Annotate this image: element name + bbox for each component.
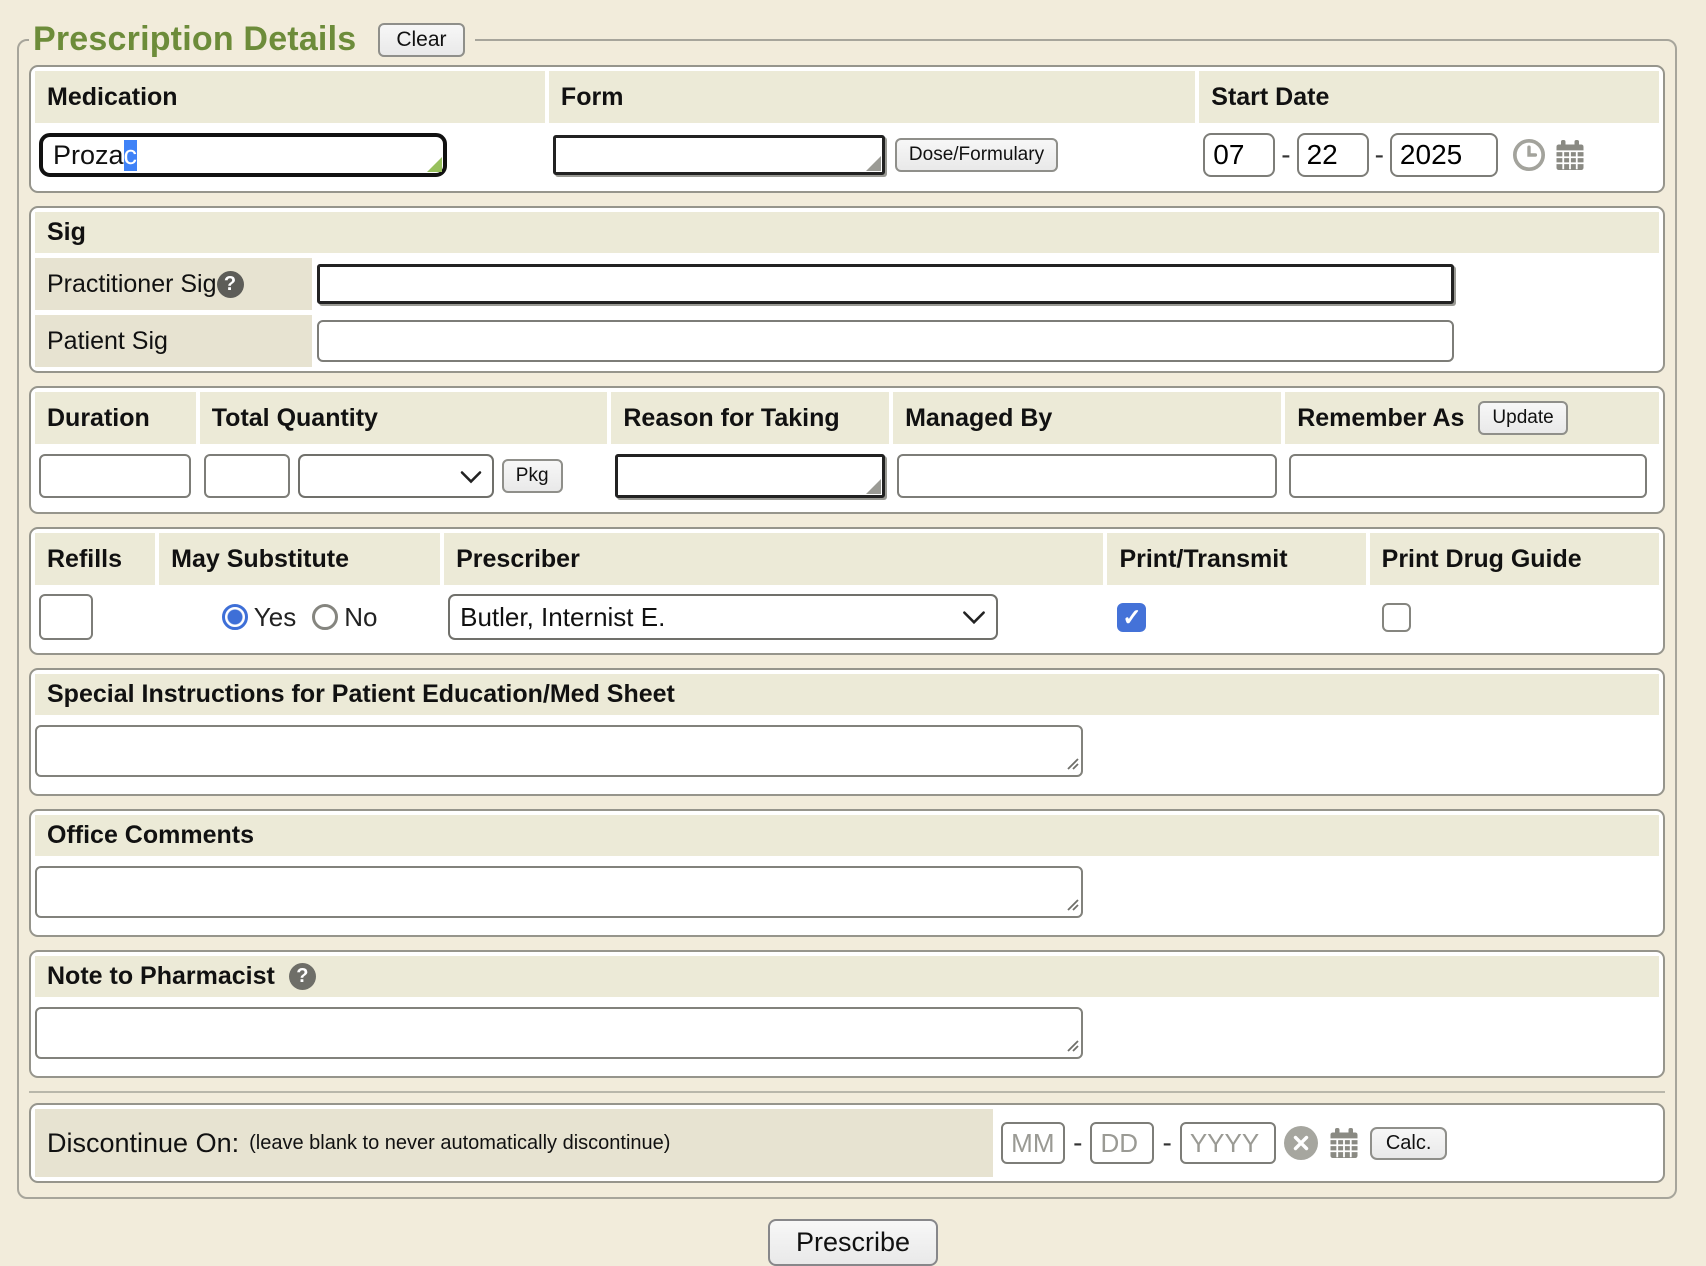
details-content-row: Pkg	[35, 444, 1659, 508]
calc-button[interactable]: Calc.	[1370, 1127, 1448, 1160]
managed-by-input[interactable]	[897, 454, 1277, 498]
clock-icon[interactable]	[1512, 138, 1546, 172]
special-instructions-textarea[interactable]	[35, 725, 1083, 777]
substitute-yes-radio[interactable]: Yes	[222, 602, 296, 633]
medication-column-header: Medication	[35, 71, 545, 123]
update-button[interactable]: Update	[1478, 401, 1567, 435]
start-date-month-input[interactable]	[1203, 133, 1275, 177]
calendar-icon[interactable]	[1326, 1125, 1362, 1161]
office-comments-box: Office Comments	[29, 809, 1665, 937]
practitioner-sig-label-cell: Practitioner Sig?	[35, 258, 312, 310]
medication-selected-text: c	[124, 140, 138, 171]
discontinue-day-input[interactable]	[1090, 1122, 1154, 1164]
dose-formulary-button[interactable]: Dose/Formulary	[895, 138, 1058, 172]
chevron-down-icon	[962, 602, 986, 633]
form-input[interactable]	[553, 135, 885, 175]
managed-by-column-header: Managed By	[893, 392, 1281, 444]
medication-input[interactable]: Prozac	[39, 133, 447, 177]
details-header-row: Duration Total Quantity Reason for Takin…	[35, 392, 1659, 444]
note-to-pharmacist-textarea[interactable]	[35, 1007, 1083, 1059]
patient-sig-label-cell: Patient Sig	[35, 315, 312, 367]
prescription-details-panel: Prescription Details Clear Medication Fo…	[17, 20, 1677, 1199]
date-separator: -	[1281, 139, 1290, 171]
substitute-yes-label: Yes	[254, 602, 296, 633]
refills-content-row: Yes No Butler, Internist E.	[35, 585, 1659, 649]
discontinue-label-cell: Discontinue On: (leave blank to never au…	[35, 1109, 993, 1177]
form-column-header: Form	[549, 71, 1195, 123]
office-comments-textarea[interactable]	[35, 866, 1083, 918]
office-comments-header: Office Comments	[35, 815, 1659, 856]
prescribe-button[interactable]: Prescribe	[768, 1219, 938, 1266]
refills-input[interactable]	[39, 594, 93, 640]
medication-typed-text: Proza	[53, 140, 124, 171]
substitute-no-radio[interactable]: No	[312, 602, 377, 633]
refills-column-header: Refills	[35, 533, 155, 585]
date-separator: -	[1073, 1127, 1082, 1159]
discontinue-month-input[interactable]	[1001, 1122, 1065, 1164]
medication-header-row: Medication Form Start Date	[35, 71, 1659, 123]
discontinue-note: (leave blank to never automatically disc…	[249, 1132, 670, 1155]
start-date-day-input[interactable]	[1297, 133, 1369, 177]
start-date-column-header: Start Date	[1199, 71, 1659, 123]
calendar-icon[interactable]	[1552, 137, 1588, 173]
special-instructions-header: Special Instructions for Patient Educati…	[35, 674, 1659, 715]
form-resize-grip-icon	[866, 156, 881, 171]
total-quantity-column-header: Total Quantity	[200, 392, 608, 444]
quantity-unit-select[interactable]	[298, 454, 494, 498]
remember-as-label: Remember As	[1297, 404, 1464, 433]
may-substitute-column-header: May Substitute	[159, 533, 440, 585]
details-box: Duration Total Quantity Reason for Takin…	[29, 386, 1665, 514]
chevron-down-icon	[460, 461, 482, 492]
sig-box: Sig Practitioner Sig? Patient Sig	[29, 206, 1665, 373]
print-drug-guide-column-header: Print Drug Guide	[1370, 533, 1659, 585]
patient-sig-label: Patient Sig	[47, 327, 168, 356]
pkg-button[interactable]: Pkg	[502, 459, 563, 493]
refills-box: Refills May Substitute Prescriber Print/…	[29, 527, 1665, 655]
prescriber-select[interactable]: Butler, Internist E.	[448, 594, 998, 640]
duration-input[interactable]	[39, 454, 191, 498]
practitioner-sig-label: Practitioner Sig	[47, 270, 217, 299]
practitioner-sig-input[interactable]	[317, 264, 1454, 304]
reason-column-header: Reason for Taking	[611, 392, 889, 444]
date-separator: -	[1162, 1127, 1171, 1159]
patient-sig-input[interactable]	[317, 320, 1454, 362]
practitioner-sig-help-icon[interactable]: ?	[217, 271, 244, 298]
discontinue-label: Discontinue On:	[47, 1128, 239, 1159]
remember-as-input[interactable]	[1289, 454, 1647, 498]
duration-column-header: Duration	[35, 392, 196, 444]
clear-button[interactable]: Clear	[378, 23, 464, 57]
medication-resize-grip-icon	[427, 157, 442, 172]
radio-selected-icon	[222, 604, 248, 630]
print-transmit-checkbox[interactable]	[1117, 603, 1146, 632]
panel-legend: Prescription Details Clear	[29, 20, 475, 59]
note-to-pharmacist-help-icon[interactable]: ?	[289, 963, 316, 990]
prescriber-selected-value: Butler, Internist E.	[460, 602, 665, 633]
medication-box: Medication Form Start Date Prozac Dose/F…	[29, 65, 1665, 193]
sig-header: Sig	[35, 212, 1659, 253]
clear-date-icon[interactable]	[1284, 1126, 1318, 1160]
page-title: Prescription Details	[33, 20, 356, 59]
note-to-pharmacist-header: Note to Pharmacist ?	[35, 956, 1659, 997]
discontinue-year-input[interactable]	[1180, 1122, 1276, 1164]
medication-content-row: Prozac Dose/Formulary - -	[35, 123, 1659, 187]
print-drug-guide-checkbox[interactable]	[1382, 603, 1411, 632]
reason-resize-grip-icon	[866, 479, 881, 494]
note-to-pharmacist-label: Note to Pharmacist	[47, 962, 275, 991]
print-transmit-column-header: Print/Transmit	[1107, 533, 1365, 585]
section-divider	[29, 1091, 1665, 1093]
reason-for-taking-input[interactable]	[615, 454, 885, 498]
radio-unselected-icon	[312, 604, 338, 630]
remember-as-column-header: Remember As Update	[1285, 392, 1659, 444]
prescriber-column-header: Prescriber	[444, 533, 1103, 585]
note-to-pharmacist-box: Note to Pharmacist ?	[29, 950, 1665, 1078]
special-instructions-box: Special Instructions for Patient Educati…	[29, 668, 1665, 796]
start-date-year-input[interactable]	[1390, 133, 1498, 177]
discontinue-box: Discontinue On: (leave blank to never au…	[29, 1103, 1665, 1183]
quantity-input[interactable]	[204, 454, 290, 498]
substitute-no-label: No	[344, 602, 377, 633]
date-separator: -	[1375, 139, 1384, 171]
refills-header-row: Refills May Substitute Prescriber Print/…	[35, 533, 1659, 585]
